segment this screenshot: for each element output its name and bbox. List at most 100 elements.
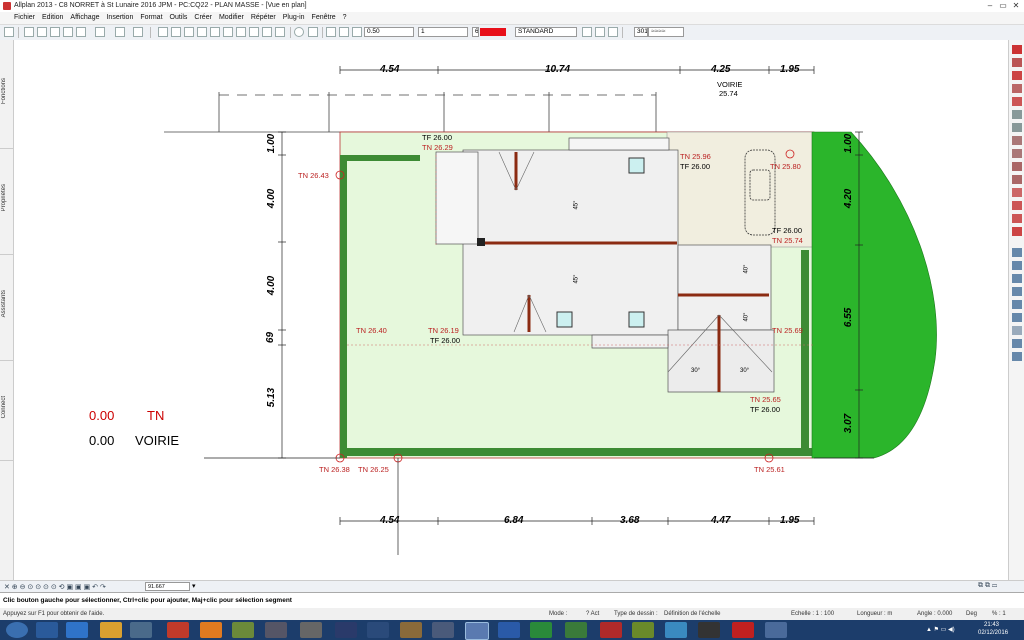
app-icon[interactable] <box>765 622 787 638</box>
scale-status[interactable]: Echelle : 1 : 100 <box>791 611 834 617</box>
app-icon[interactable] <box>265 622 287 638</box>
app-icon[interactable] <box>600 622 622 638</box>
tool-icon[interactable] <box>1012 287 1022 296</box>
open-file-icon[interactable] <box>37 27 47 37</box>
format-painter-icon[interactable] <box>352 27 362 37</box>
copy-icon[interactable] <box>210 27 220 37</box>
tool-icon[interactable] <box>1012 84 1022 93</box>
menu-outils[interactable]: Outils <box>170 14 188 21</box>
zoom-scale-field[interactable]: 91.667 <box>145 582 190 591</box>
color-index-field[interactable]: 6 <box>472 27 479 37</box>
menu-format[interactable]: Format <box>140 14 162 21</box>
undo-icon[interactable] <box>115 27 125 37</box>
globe-icon[interactable] <box>294 27 304 37</box>
tool-icon[interactable] <box>1012 227 1022 236</box>
print-icon[interactable] <box>63 27 73 37</box>
paste-icon[interactable] <box>223 27 233 37</box>
menu-help[interactable]: ? <box>343 14 347 21</box>
pen-tool-icon[interactable] <box>326 27 336 37</box>
new-file-icon[interactable] <box>24 27 34 37</box>
tool-icon[interactable] <box>4 27 14 37</box>
tool-icon[interactable] <box>1012 214 1022 223</box>
menu-edition[interactable]: Edition <box>42 14 63 21</box>
tool-icon[interactable] <box>1012 313 1022 322</box>
app-icon[interactable] <box>130 622 152 638</box>
tab-fonctions[interactable]: Fonctions <box>0 40 13 149</box>
app-icon[interactable] <box>665 622 687 638</box>
color-swatch[interactable] <box>480 28 506 36</box>
photoshop-icon[interactable] <box>335 622 357 638</box>
fileset-icon[interactable] <box>262 27 272 37</box>
menu-fichier[interactable]: Fichier <box>14 14 35 21</box>
app-icon[interactable] <box>565 622 587 638</box>
app-icon[interactable] <box>400 622 422 638</box>
plot-icon[interactable] <box>95 27 105 37</box>
tool-icon[interactable] <box>1012 300 1022 309</box>
app-icon[interactable] <box>432 622 454 638</box>
menu-insertion[interactable]: Insertion <box>106 14 133 21</box>
scissors-icon[interactable] <box>197 27 207 37</box>
menu-affichage[interactable]: Affichage <box>70 14 99 21</box>
menu-repeter[interactable]: Répéter <box>251 14 276 21</box>
brush-icon[interactable] <box>339 27 349 37</box>
angle-status[interactable]: Angle : 0.000 <box>917 611 952 617</box>
view-right-icons[interactable]: ⧉ ⧉ ▭ <box>978 582 997 590</box>
app-icon[interactable] <box>167 622 189 638</box>
hatch-pattern-select[interactable]: ≈≈≈≈ <box>648 27 684 37</box>
clock-date[interactable]: 02/12/2016 <box>978 630 1008 636</box>
tab-proprietes[interactable]: Propriétés <box>0 148 13 255</box>
tool-icon[interactable] <box>1012 188 1022 197</box>
preview-icon[interactable] <box>76 27 86 37</box>
layer-settings-icon[interactable] <box>582 27 592 37</box>
tool-icon[interactable] <box>1012 261 1022 270</box>
length-status[interactable]: Longueur : m <box>857 611 892 617</box>
close-button[interactable]: ✕ <box>1010 1 1022 11</box>
pen-thickness-select[interactable]: 0.50 <box>364 27 414 37</box>
minimize-button[interactable]: – <box>984 1 996 11</box>
tool-icon[interactable] <box>1012 175 1022 184</box>
angle-unit[interactable]: Deg <box>966 611 977 617</box>
app-icon[interactable] <box>698 622 720 638</box>
percent-status[interactable]: % : 1 <box>992 611 1006 617</box>
menu-creer[interactable]: Créer <box>194 14 212 21</box>
layer-visibility-icon[interactable] <box>608 27 618 37</box>
redo-icon[interactable] <box>133 27 143 37</box>
menu-plugin[interactable]: Plug-in <box>283 14 305 21</box>
app-icon[interactable] <box>632 622 654 638</box>
hatch-number-field[interactable]: 301 <box>634 27 648 37</box>
app-icon[interactable] <box>367 622 389 638</box>
tool-icon[interactable] <box>1012 248 1022 257</box>
zoom-icon[interactable] <box>308 27 318 37</box>
tool-icon[interactable] <box>1012 352 1022 361</box>
layer-icon[interactable] <box>236 27 246 37</box>
restore-button[interactable]: ▭ <box>997 1 1009 11</box>
drawing-canvas[interactable]: 4.54 10.74 4.25 1.95 VOIRIE 25.74 4.54 6… <box>14 40 1008 580</box>
view-tools-icons[interactable]: ✕ ⊕ ⊖ ⊙ ⊙ ⊙ ⊙ ⟲ ▣ ▣ ▣ ↶ ↷ <box>4 583 106 591</box>
wall-icon[interactable] <box>184 27 194 37</box>
excel-icon[interactable] <box>530 622 552 638</box>
bulb-icon[interactable] <box>595 27 605 37</box>
save-icon[interactable] <box>50 27 60 37</box>
tool-icon[interactable] <box>1012 201 1022 210</box>
menu-modifier[interactable]: Modifier <box>219 14 244 21</box>
doc-icon[interactable] <box>275 27 285 37</box>
tool-icon[interactable] <box>1012 149 1022 158</box>
tray-icons[interactable]: ▲ ⚑ ▭ ◀) <box>926 626 955 633</box>
zoom-dropdown-icon[interactable]: ▾ <box>192 582 196 590</box>
rectangle-icon[interactable] <box>171 27 181 37</box>
tool-icon[interactable] <box>1012 45 1022 54</box>
app-icon[interactable] <box>232 622 254 638</box>
tool-icon[interactable] <box>1012 162 1022 171</box>
tool-icon[interactable] <box>1012 326 1022 335</box>
app-icon[interactable] <box>300 622 322 638</box>
tool-icon[interactable] <box>1012 274 1022 283</box>
tab-connect[interactable]: Connect <box>0 360 13 461</box>
clock-time[interactable]: 21:43 <box>984 622 999 628</box>
tool-icon[interactable] <box>1012 58 1022 67</box>
drawing-type-value[interactable]: Définition de l'échelle <box>664 611 721 617</box>
line-type-select[interactable]: 1 <box>418 27 468 37</box>
pdf-icon[interactable] <box>732 622 754 638</box>
layer-select[interactable]: STANDARD <box>515 27 577 37</box>
start-button-icon[interactable] <box>6 622 28 638</box>
tool-icon[interactable] <box>1012 123 1022 132</box>
